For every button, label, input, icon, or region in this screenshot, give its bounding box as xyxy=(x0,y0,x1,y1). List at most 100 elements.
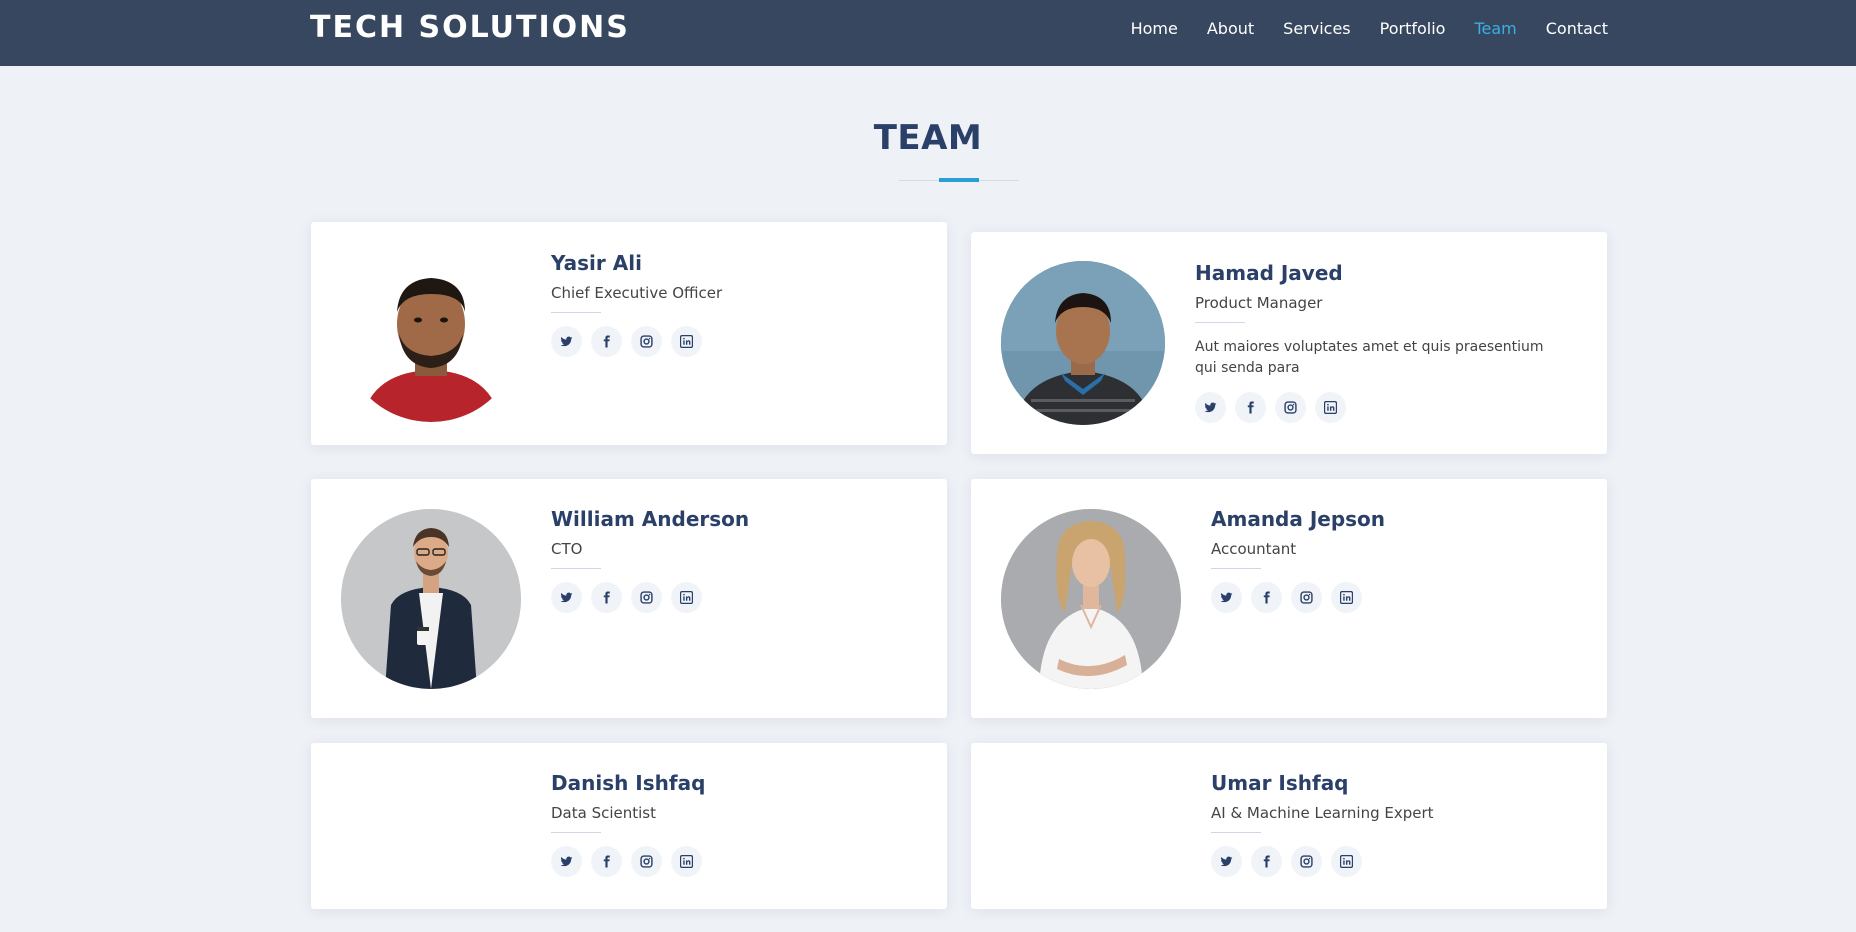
instagram-link[interactable] xyxy=(1291,582,1322,613)
facebook-link[interactable] xyxy=(1235,392,1266,423)
linkedin-icon xyxy=(680,591,693,604)
linkedin-icon xyxy=(1324,401,1337,414)
member-divider xyxy=(1211,568,1261,569)
twitter-icon xyxy=(1220,592,1233,603)
member-role: Product Manager xyxy=(1195,294,1323,312)
member-info: Umar Ishfaq AI & Machine Learning Expert xyxy=(1211,771,1434,877)
instagram-icon xyxy=(640,335,653,348)
member-name: Amanda Jepson xyxy=(1211,507,1386,531)
linkedin-link[interactable] xyxy=(671,582,702,613)
twitter-icon xyxy=(560,336,573,347)
instagram-link[interactable] xyxy=(631,846,662,877)
member-info: Yasir Ali Chief Executive Officer xyxy=(551,251,722,357)
instagram-icon xyxy=(1284,401,1297,414)
member-role: Data Scientist xyxy=(551,804,656,822)
facebook-link[interactable] xyxy=(591,846,622,877)
member-divider xyxy=(1211,832,1261,833)
nav-services[interactable]: Services xyxy=(1283,19,1350,38)
linkedin-link[interactable] xyxy=(671,326,702,357)
site-header: TECH SOLUTIONS Home About Services Portf… xyxy=(0,0,1856,66)
instagram-link[interactable] xyxy=(1275,392,1306,423)
nav-about[interactable]: About xyxy=(1207,19,1254,38)
member-info: Hamad Javed Product Manager Aut maiores … xyxy=(1195,261,1555,423)
instagram-icon xyxy=(640,591,653,604)
member-role: Accountant xyxy=(1211,540,1297,558)
instagram-icon xyxy=(1300,591,1313,604)
linkedin-link[interactable] xyxy=(1331,582,1362,613)
twitter-icon xyxy=(560,856,573,867)
linkedin-link[interactable] xyxy=(1315,392,1346,423)
team-card: Amanda Jepson Accountant xyxy=(971,479,1607,718)
member-info: Amanda Jepson Accountant xyxy=(1211,507,1385,613)
member-info: Danish Ishfaq Data Scientist xyxy=(551,771,705,877)
twitter-icon xyxy=(1220,856,1233,867)
twitter-link[interactable] xyxy=(1211,582,1242,613)
section-title: TEAM xyxy=(873,118,983,158)
linkedin-icon xyxy=(680,335,693,348)
member-info: William Anderson CTO xyxy=(551,507,749,613)
facebook-icon xyxy=(1247,401,1254,414)
linkedin-icon xyxy=(680,855,693,868)
social-links xyxy=(1211,582,1385,613)
twitter-icon xyxy=(1204,402,1217,413)
facebook-icon xyxy=(603,335,610,348)
team-card: Hamad Javed Product Manager Aut maiores … xyxy=(971,232,1607,454)
facebook-icon xyxy=(603,855,610,868)
team-card: Danish Ishfaq Data Scientist xyxy=(311,743,947,909)
nav-home[interactable]: Home xyxy=(1131,19,1178,38)
team-card: Yasir Ali Chief Executive Officer xyxy=(311,222,947,445)
main-nav: Home About Services Portfolio Team Conta… xyxy=(1131,19,1608,38)
member-role: Chief Executive Officer xyxy=(551,284,723,302)
linkedin-link[interactable] xyxy=(1331,846,1362,877)
member-role: AI & Machine Learning Expert xyxy=(1211,804,1434,822)
facebook-link[interactable] xyxy=(1251,582,1282,613)
instagram-link[interactable] xyxy=(631,582,662,613)
facebook-link[interactable] xyxy=(591,582,622,613)
member-divider xyxy=(1195,322,1245,323)
team-card: William Anderson CTO xyxy=(311,479,947,718)
nav-contact[interactable]: Contact xyxy=(1546,19,1608,38)
instagram-link[interactable] xyxy=(631,326,662,357)
facebook-icon xyxy=(1263,855,1270,868)
twitter-link[interactable] xyxy=(551,582,582,613)
social-links xyxy=(1211,846,1434,877)
member-divider xyxy=(551,568,601,569)
twitter-link[interactable] xyxy=(1211,846,1242,877)
social-links xyxy=(551,582,749,613)
facebook-link[interactable] xyxy=(1251,846,1282,877)
member-name: Umar Ishfaq xyxy=(1211,771,1349,795)
member-photo xyxy=(341,242,521,422)
team-card: Umar Ishfaq AI & Machine Learning Expert xyxy=(971,743,1607,909)
member-divider xyxy=(551,832,601,833)
member-photo xyxy=(1001,261,1165,425)
member-description: Aut maiores voluptates amet et quis prae… xyxy=(1195,339,1544,376)
facebook-link[interactable] xyxy=(591,326,622,357)
member-photo xyxy=(341,509,521,689)
member-role: CTO xyxy=(551,540,583,558)
facebook-icon xyxy=(1263,591,1270,604)
linkedin-link[interactable] xyxy=(671,846,702,877)
linkedin-icon xyxy=(1340,855,1353,868)
site-logo[interactable]: TECH SOLUTIONS xyxy=(310,10,630,45)
instagram-icon xyxy=(1300,855,1313,868)
member-name: William Anderson xyxy=(551,507,750,531)
linkedin-icon xyxy=(1340,591,1353,604)
nav-portfolio[interactable]: Portfolio xyxy=(1380,19,1446,38)
facebook-icon xyxy=(603,591,610,604)
title-divider-accent xyxy=(939,178,979,182)
instagram-icon xyxy=(640,855,653,868)
nav-team[interactable]: Team xyxy=(1474,19,1516,38)
social-links xyxy=(1195,392,1555,423)
twitter-link[interactable] xyxy=(1195,392,1226,423)
twitter-link[interactable] xyxy=(551,326,582,357)
member-name: Danish Ishfaq xyxy=(551,771,706,795)
member-divider xyxy=(551,312,601,313)
instagram-link[interactable] xyxy=(1291,846,1322,877)
member-name: Hamad Javed xyxy=(1195,261,1343,285)
member-name: Yasir Ali xyxy=(551,251,642,275)
twitter-icon xyxy=(560,592,573,603)
social-links xyxy=(551,326,722,357)
twitter-link[interactable] xyxy=(551,846,582,877)
member-photo xyxy=(1001,509,1181,689)
social-links xyxy=(551,846,705,877)
